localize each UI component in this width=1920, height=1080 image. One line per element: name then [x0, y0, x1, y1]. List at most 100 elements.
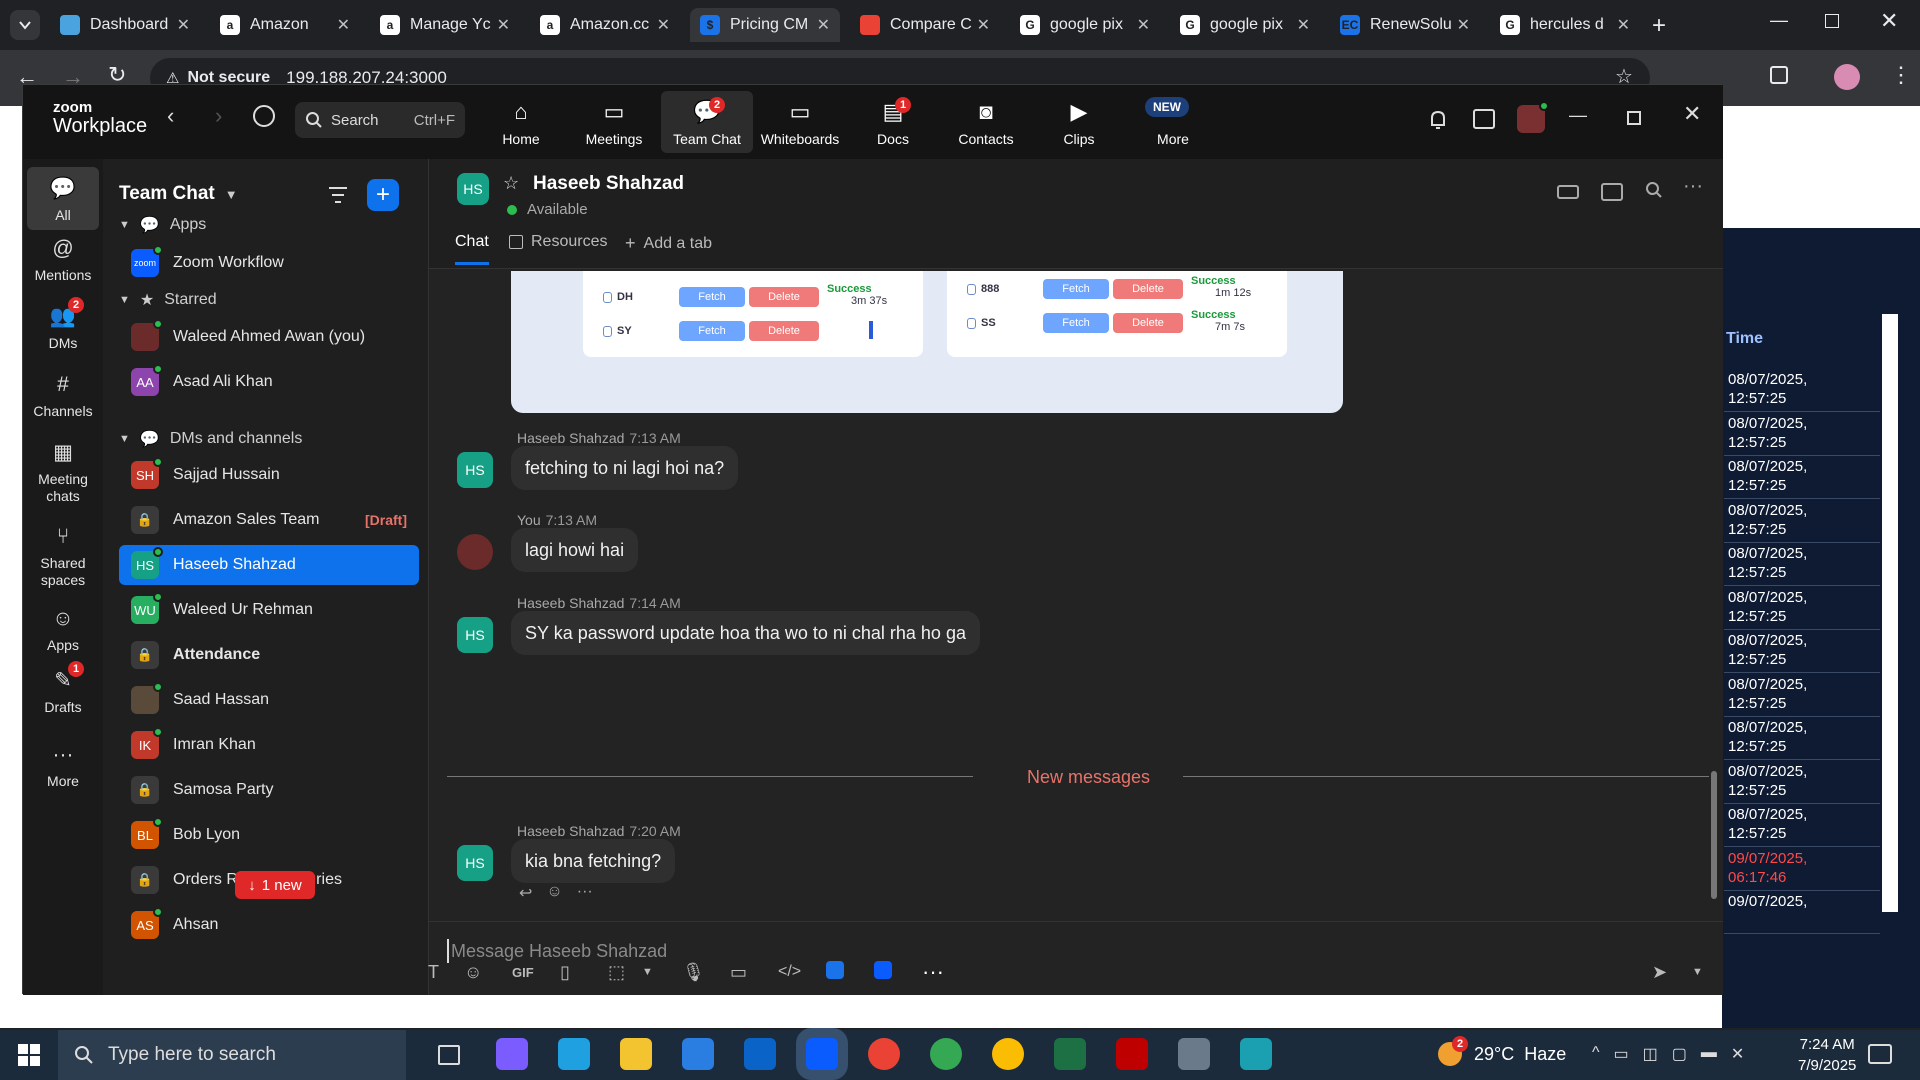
chat-scrollbar[interactable]	[1711, 771, 1717, 899]
sidebar-item[interactable]: HS Haseeb Shahzad	[119, 545, 419, 585]
close-tab-icon[interactable]: ✕	[657, 15, 670, 35]
close-tab-icon[interactable]: ✕	[977, 15, 990, 35]
network-icon[interactable]: ▭	[1614, 1044, 1629, 1064]
code-snippet-icon[interactable]: </>	[778, 963, 826, 981]
extensions-icon[interactable]	[1770, 66, 1788, 84]
new-messages-pill[interactable]: ↓ 1 new	[235, 871, 315, 899]
app-icon[interactable]	[1240, 1038, 1272, 1070]
close-tab-icon[interactable]: ✕	[177, 15, 190, 35]
more-options-icon[interactable]: ···	[1683, 175, 1703, 198]
message-bubble[interactable]: SY ka password update hoa tha wo to ni c…	[511, 611, 980, 655]
tab-search-button[interactable]	[10, 10, 40, 40]
table-scrollbar[interactable]	[1882, 314, 1898, 912]
chrome-icon[interactable]	[868, 1038, 900, 1070]
notifications-icon[interactable]	[1427, 109, 1449, 131]
outlook-icon[interactable]	[744, 1038, 776, 1070]
contact-name[interactable]: Haseeb Shahzad	[533, 173, 684, 195]
sidebar-item[interactable]: 🔒 Attendance	[119, 635, 419, 675]
close-window-button[interactable]: ✕	[1683, 101, 1701, 127]
sidebar-item[interactable]: IK Imran Khan	[119, 725, 419, 765]
reply-icon[interactable]: ↩	[519, 883, 532, 903]
taskbar-search-input[interactable]: Type here to search	[58, 1030, 406, 1080]
sidebar-title[interactable]: Team Chat ▼	[119, 183, 238, 205]
gif-button[interactable]: GIF	[512, 965, 560, 980]
notification-center-icon[interactable]	[1868, 1044, 1892, 1064]
message-bubble[interactable]: kia bna fetching?	[511, 839, 676, 883]
minimize-browser-button[interactable]: —	[1770, 10, 1788, 31]
star-icon[interactable]: ☆	[503, 173, 519, 194]
message-avatar[interactable]: HS	[457, 617, 493, 653]
send-icon[interactable]: ➤	[1652, 962, 1692, 983]
user-avatar[interactable]	[1517, 101, 1549, 133]
excel-icon[interactable]	[1054, 1038, 1086, 1070]
browser-tab[interactable]: Ghercules d ✕	[1490, 8, 1640, 42]
close-browser-button[interactable]: ✕	[1880, 8, 1898, 34]
more-tools-icon[interactable]: ···	[922, 959, 970, 985]
more-actions-icon[interactable]: ···	[577, 883, 593, 903]
store-icon[interactable]	[682, 1038, 714, 1070]
microphone-icon[interactable]: 🎙	[682, 962, 730, 983]
message-bubble[interactable]: lagi howi hai	[511, 528, 639, 572]
back-icon[interactable]: ‹	[167, 103, 174, 129]
rail-all[interactable]: 💬 All	[27, 167, 99, 230]
close-tab-icon[interactable]: ✕	[497, 15, 510, 35]
browser-tab[interactable]: a Amazon ✕	[210, 8, 360, 42]
rail-meeting-chats[interactable]: ▦ Meeting chats	[27, 439, 99, 505]
section-apps[interactable]: ▼ 💬 Apps	[119, 215, 206, 235]
section-dms[interactable]: ▼ 💬 DMs and channels	[119, 429, 302, 449]
close-tab-icon[interactable]: ✕	[1457, 15, 1470, 35]
message-avatar[interactable]: HS	[457, 452, 493, 488]
close-tab-icon[interactable]: ✕	[1137, 15, 1150, 35]
close-tab-icon[interactable]: ✕	[337, 15, 350, 35]
nav-contacts[interactable]: ◙ Contacts	[940, 91, 1032, 153]
nav-whiteboards[interactable]: ▭ Whiteboards	[754, 91, 846, 153]
forward-icon[interactable]: ›	[215, 103, 222, 129]
sidebar-item[interactable]: AA Asad Ali Khan	[119, 362, 419, 402]
rail-mentions[interactable]: @ Mentions	[27, 235, 99, 284]
history-icon[interactable]	[253, 105, 275, 127]
app-icon-2[interactable]	[874, 960, 922, 984]
new-tab-button[interactable]: +	[1652, 12, 1666, 40]
rail-apps[interactable]: ☺ Apps	[27, 605, 99, 654]
rail-shared-spaces[interactable]: ⑂ Shared spaces	[27, 523, 99, 589]
add-reaction-icon[interactable]: ☺	[546, 883, 562, 903]
file-icon[interactable]: ▯	[560, 962, 608, 983]
new-chat-button[interactable]: +	[367, 179, 399, 211]
sidebar-item[interactable]: zoom Zoom Workflow	[119, 243, 419, 283]
chevron-down-icon[interactable]: ▼	[642, 966, 682, 978]
camera-icon[interactable]: ◫	[1643, 1044, 1658, 1064]
clock[interactable]: 7:24 AM 7/9/2025	[1798, 1034, 1856, 1076]
sidebar-item[interactable]: BL Bob Lyon	[119, 815, 419, 855]
task-view-icon[interactable]	[438, 1045, 460, 1065]
browser-tab[interactable]: a Amazon.cc ✕	[530, 8, 680, 42]
battery-icon[interactable]: ▬	[1701, 1044, 1717, 1064]
filter-icon[interactable]	[327, 185, 349, 205]
rail-more[interactable]: ··· More	[27, 741, 99, 790]
contact-avatar[interactable]: HS	[457, 173, 489, 205]
rail-drafts[interactable]: ✎ 1 Drafts	[27, 661, 99, 716]
nav-docs[interactable]: ▤ Docs 1	[847, 91, 939, 153]
browser-tab[interactable]: Ggoogle pix ✕	[1170, 8, 1320, 42]
maximize-window-button[interactable]	[1627, 111, 1641, 125]
browser-tab[interactable]: Compare C ✕	[850, 8, 1000, 42]
file-explorer-icon[interactable]	[620, 1038, 652, 1070]
sidebar-item[interactable]: SH Sajjad Hussain	[119, 455, 419, 495]
weather-widget[interactable]: 2 29°C Haze	[1438, 1036, 1566, 1066]
share-screen-icon[interactable]	[1601, 183, 1623, 201]
emoji-icon[interactable]: ☺	[464, 962, 512, 983]
message-sender[interactable]: Haseeb Shahzad	[517, 823, 624, 839]
browser-tab[interactable]: Ggoogle pix ✕	[1010, 8, 1160, 42]
nav-home[interactable]: ⌂ Home	[475, 91, 567, 153]
chrome-icon[interactable]	[992, 1038, 1024, 1070]
message-avatar[interactable]: HS	[457, 845, 493, 881]
section-starred[interactable]: ▼ ★ Starred	[119, 290, 217, 310]
message-bubble[interactable]: fetching to ni lagi hoi na?	[511, 446, 739, 490]
close-tab-icon[interactable]: ✕	[1297, 15, 1310, 35]
calculator-icon[interactable]	[1178, 1038, 1210, 1070]
calendar-icon[interactable]	[1473, 109, 1495, 129]
edge-icon[interactable]	[558, 1038, 590, 1070]
windows-start-icon[interactable]	[18, 1044, 40, 1066]
volume-muted-icon[interactable]: ✕	[1731, 1044, 1744, 1064]
nav-more[interactable]: More NEW	[1127, 91, 1219, 153]
sidebar-item[interactable]: 🔒 Amazon Sales Team [Draft]	[119, 500, 419, 540]
